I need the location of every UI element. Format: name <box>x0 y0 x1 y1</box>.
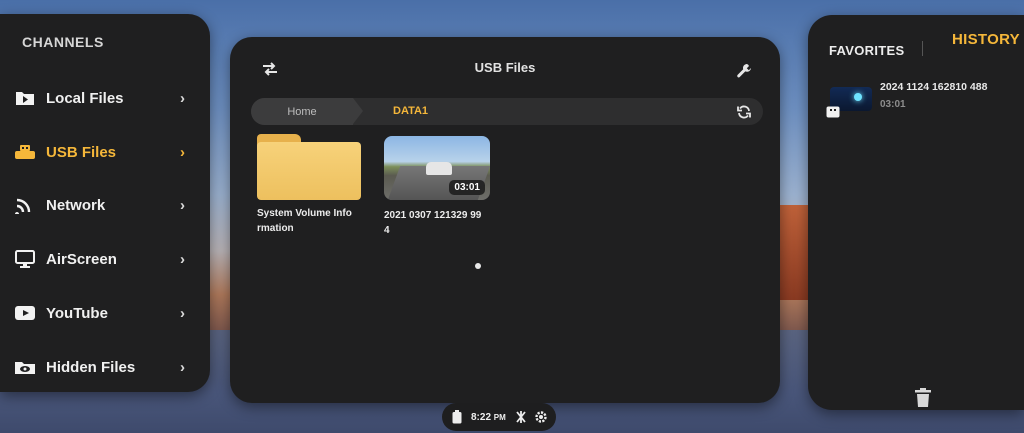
channels-panel: CHANNELS Local Files › USB Files › Netwo… <box>0 14 210 392</box>
channel-airscreen[interactable]: AirScreen › <box>12 239 194 279</box>
chevron-right-icon: › <box>180 250 185 268</box>
favorites-history-panel: FAVORITES HISTORY 2024 1124 162810 488 0… <box>808 15 1024 410</box>
folder-item[interactable]: System Volume Info rmation <box>257 134 365 236</box>
youtube-icon <box>12 303 38 323</box>
trash-icon[interactable] <box>914 388 934 408</box>
channel-network[interactable]: Network › <box>12 185 194 225</box>
usb-drive-icon <box>826 105 840 118</box>
channel-label: Hidden Files <box>46 358 136 376</box>
hidden-eye-icon <box>12 357 38 377</box>
panel-title: USB Files <box>474 60 536 75</box>
battery-icon <box>452 410 462 424</box>
video-item[interactable]: 03:01 2021 0307 121329 99 4 <box>384 136 492 238</box>
monitor-icon <box>12 249 38 269</box>
folder-icon <box>257 134 361 200</box>
folder-play-icon <box>12 88 38 108</box>
tab-favorites[interactable]: FAVORITES <box>829 43 904 58</box>
usb-drive-icon <box>12 142 38 162</box>
channel-label: Local Files <box>46 89 124 107</box>
breadcrumb-current[interactable]: DATA1 <box>393 98 428 125</box>
chevron-right-icon: › <box>180 143 185 161</box>
tab-history[interactable]: HISTORY <box>952 31 1020 48</box>
channel-label: AirScreen <box>46 250 117 268</box>
wifi-icon <box>12 195 38 215</box>
channel-local-files[interactable]: Local Files › <box>12 78 194 118</box>
channel-youtube[interactable]: YouTube › <box>12 293 194 333</box>
connectivity-icon[interactable] <box>514 410 528 424</box>
channels-heading: CHANNELS <box>22 34 104 50</box>
video-duration: 03:01 <box>449 180 485 195</box>
clock: 8:22 PM <box>471 411 506 423</box>
page-indicator-dot <box>475 263 481 269</box>
chevron-right-icon: › <box>180 358 185 376</box>
history-item[interactable]: 2024 1124 162810 488 03:01 <box>826 79 1016 119</box>
tab-divider <box>922 41 923 56</box>
status-bar: 8:22 PM <box>442 403 556 431</box>
breadcrumb-home[interactable]: Home <box>251 98 363 125</box>
chevron-right-icon: › <box>180 196 185 214</box>
chevron-right-icon: › <box>180 304 185 322</box>
wrench-icon[interactable] <box>733 60 755 82</box>
history-item-name: 2024 1124 162810 488 <box>880 81 988 93</box>
file-name: 2021 0307 121329 99 4 <box>384 210 482 236</box>
channel-hidden-files[interactable]: Hidden Files › <box>12 347 194 387</box>
refresh-icon[interactable] <box>733 101 755 123</box>
video-thumbnail: 03:01 <box>384 136 490 200</box>
file-name: System Volume Info rmation <box>257 208 352 234</box>
usb-files-panel: USB Files Home DATA1 System Volume Info … <box>230 37 780 403</box>
chevron-right-icon: › <box>180 89 185 107</box>
breadcrumb: Home DATA1 <box>251 98 763 125</box>
gear-icon[interactable] <box>534 410 548 424</box>
channel-label: Network <box>46 196 106 214</box>
channel-usb-files[interactable]: USB Files › <box>12 132 194 172</box>
channel-label: USB Files <box>46 143 117 161</box>
history-item-duration: 03:01 <box>880 99 906 110</box>
channel-label: YouTube <box>46 304 108 322</box>
